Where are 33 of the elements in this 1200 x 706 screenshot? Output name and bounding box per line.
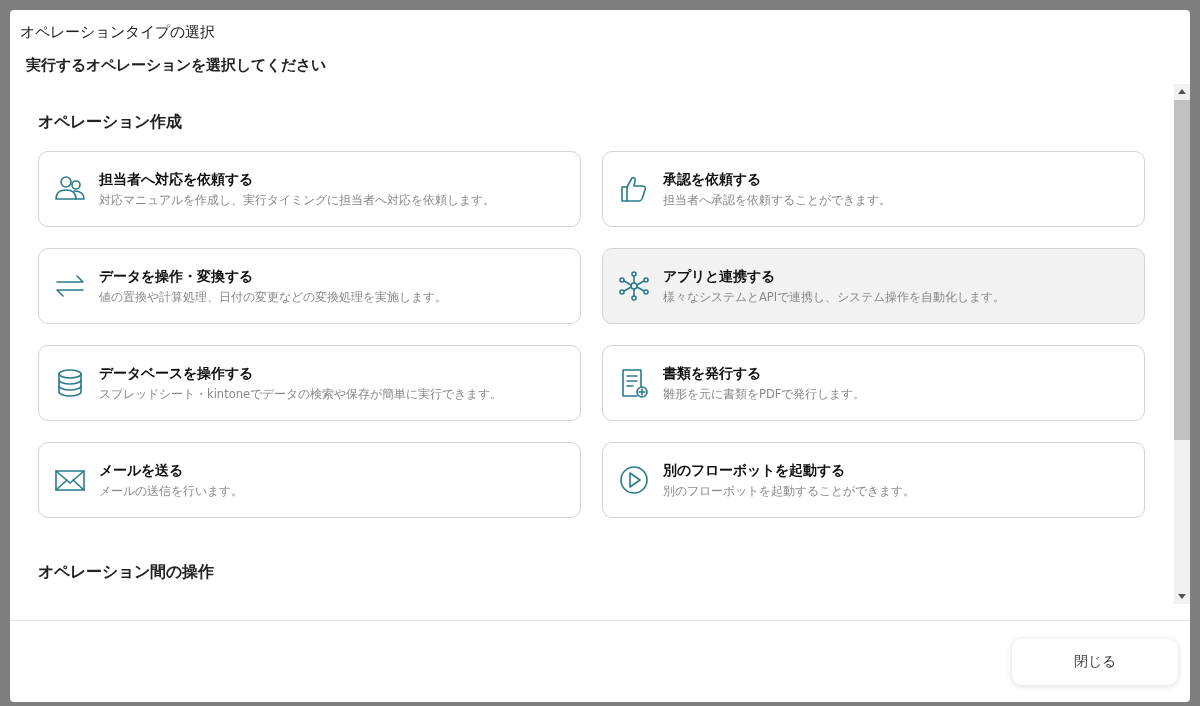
card-description: 値の置換や計算処理、日付の変更などの変換処理を実施します。 bbox=[99, 289, 447, 305]
card-description: 対応マニュアルを作成し、実行タイミングに担当者へ対応を依頼します。 bbox=[99, 192, 495, 208]
card-description: スプレッドシート・kintoneでデータの検索や保存が簡単に実行できます。 bbox=[99, 386, 503, 402]
card-title: メールを送る bbox=[99, 461, 184, 480]
operation-card[interactable]: データベースを操作する スプレッドシート・kintoneでデータの検索や保存が簡単に実行できます。 bbox=[38, 345, 581, 421]
section-heading: オペレーション作成 bbox=[38, 112, 183, 133]
card-description: 様々なシステムとAPIで連携し、システム操作を自動化します。 bbox=[663, 289, 1006, 305]
operation-card[interactable]: 別のフローボットを起動する 別のフローボットを起動することができます。 bbox=[602, 442, 1145, 518]
operation-card[interactable]: データを操作・変換する 値の置換や計算処理、日付の変更などの変換処理を実施します。 bbox=[38, 248, 581, 324]
operation-card[interactable]: メールを送る メールの送信を行います。 bbox=[38, 442, 581, 518]
scrollbar-thumb[interactable] bbox=[1174, 100, 1190, 440]
network-icon bbox=[617, 269, 651, 303]
card-description: メールの送信を行います。 bbox=[99, 483, 243, 499]
card-title: アプリと連携する bbox=[663, 267, 776, 286]
operation-card[interactable]: 書類を発行する 雛形を元に書類をPDFで発行します。 bbox=[602, 345, 1145, 421]
card-title: データベースを操作する bbox=[99, 364, 254, 383]
scrollbar[interactable] bbox=[1174, 84, 1190, 604]
operation-card[interactable]: 担当者へ対応を依頼する 対応マニュアルを作成し、実行タイミングに担当者へ対応を依頼します。 bbox=[38, 151, 581, 227]
card-title: 承認を依頼する bbox=[663, 170, 762, 189]
card-description: 担当者へ承認を依頼することができます。 bbox=[663, 192, 891, 208]
dialog-subtitle: 実行するオペレーションを選択してください bbox=[25, 55, 327, 76]
play-icon bbox=[617, 463, 651, 497]
card-description: 別のフローボットを起動することができます。 bbox=[663, 483, 915, 499]
operation-card[interactable]: 承認を依頼する 担当者へ承認を依頼することができます。 bbox=[602, 151, 1145, 227]
dialog-title: オペレーションタイプの選択 bbox=[19, 22, 216, 43]
section-heading: オペレーション間の操作 bbox=[38, 562, 215, 583]
card-description: 雛形を元に書類をPDFで発行します。 bbox=[663, 386, 866, 402]
card-title: 別のフローボットを起動する bbox=[663, 461, 846, 480]
card-title: 書類を発行する bbox=[663, 364, 762, 383]
operation-card[interactable]: アプリと連携する 様々なシステムとAPIで連携し、システム操作を自動化します。 bbox=[602, 248, 1145, 324]
close-button[interactable]: 閉じる bbox=[1012, 638, 1178, 685]
card-title: データを操作・変換する bbox=[99, 267, 254, 286]
card-title: 担当者へ対応を依頼する bbox=[99, 170, 254, 189]
